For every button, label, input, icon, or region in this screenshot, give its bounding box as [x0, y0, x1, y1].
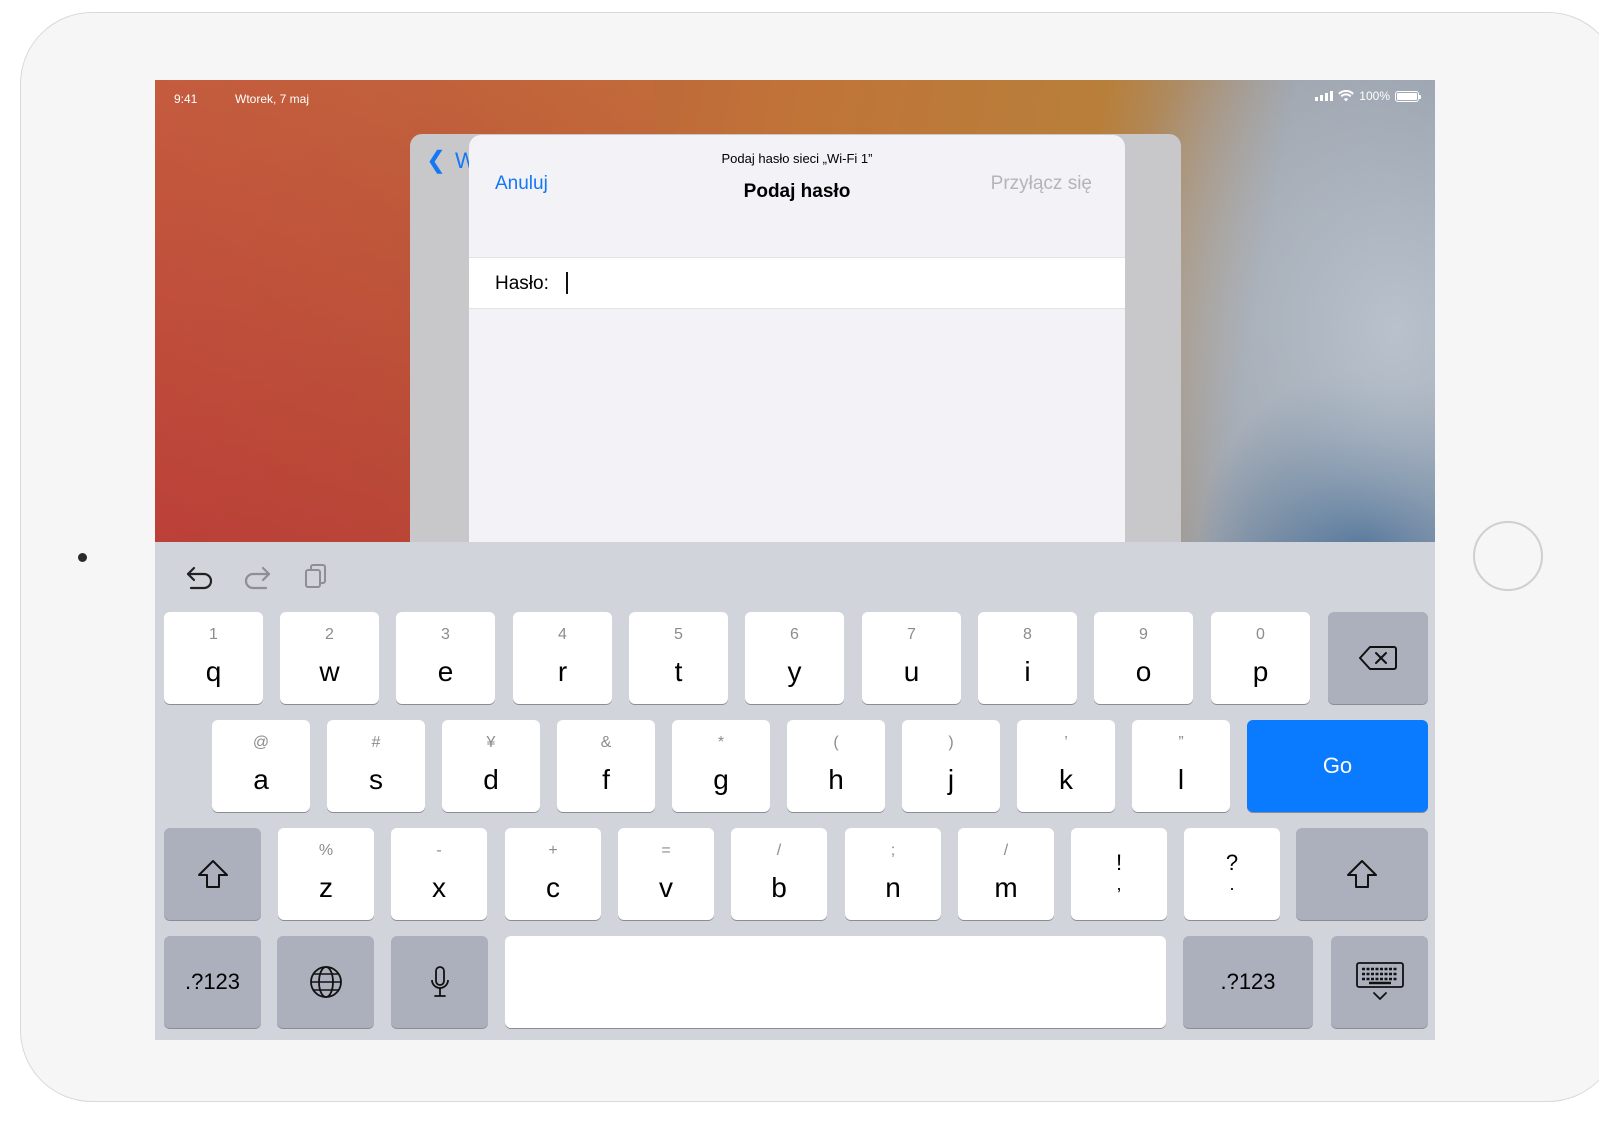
key-e[interactable]: 3e [396, 612, 495, 704]
key-c[interactable]: + c [505, 828, 601, 920]
status-date: Wtorek, 7 maj [235, 92, 310, 106]
key-i[interactable]: 8i [978, 612, 1077, 704]
key-v[interactable]: = v [618, 828, 714, 920]
password-label: Hasło: [495, 273, 549, 294]
key-q[interactable]: 1q [164, 612, 263, 704]
key-comma[interactable]: !, [1071, 828, 1167, 920]
key-u[interactable]: 7u [862, 612, 961, 704]
key-o[interactable]: 9o [1094, 612, 1193, 704]
shift-key-left[interactable] [164, 828, 261, 920]
key-a[interactable]: @ a [212, 720, 310, 812]
key-x[interactable]: -x [391, 828, 487, 920]
paste-icon[interactable] [303, 562, 329, 590]
home-button[interactable] [1473, 521, 1543, 591]
key-d[interactable]: ¥ d [442, 720, 540, 812]
key-b[interactable]: / b [731, 828, 827, 920]
globe-icon [277, 936, 374, 1028]
key-z[interactable]: % z [278, 828, 374, 920]
key-f[interactable]: & f [557, 720, 655, 812]
shift-icon [1296, 828, 1428, 920]
key-h[interactable]: (h [787, 720, 885, 812]
key-k[interactable]: ’ k [1017, 720, 1115, 812]
microphone-icon [391, 936, 488, 1028]
key-n[interactable]: ; n [845, 828, 941, 920]
wifi-icon [1338, 90, 1355, 102]
key-y[interactable]: 6y [745, 612, 844, 704]
delete-key[interactable] [1328, 612, 1428, 704]
delete-icon [1328, 612, 1428, 704]
shift-key-right[interactable] [1296, 828, 1428, 920]
keyboard-dismiss-key[interactable] [1331, 936, 1428, 1028]
key-j[interactable]: ) j [902, 720, 1000, 812]
globe-key[interactable] [277, 936, 374, 1028]
keyboard: 1q 2w 3e 4r 5t 6y 7u 8i 9o 0p @ a # s ¥ d &… [155, 542, 1435, 1040]
key-w[interactable]: 2w [280, 612, 379, 704]
dialog-prompt: Podaj hasło sieci „Wi-Fi 1” [721, 151, 873, 166]
join-button[interactable]: Przyłącz się [991, 173, 1092, 195]
key-s[interactable]: # s [327, 720, 425, 812]
status-bar: 9:41 Wtorek, 7 maj 100% [155, 80, 1435, 116]
password-field[interactable]: Hasło: [469, 257, 1125, 309]
screen: 9:41 Wtorek, 7 maj 100% ❮ W Podaj hasło … [155, 80, 1435, 1040]
status-time: 9:41 [174, 92, 198, 106]
key-p[interactable]: 0p [1211, 612, 1310, 704]
key-r[interactable]: 4r [513, 612, 612, 704]
key-m[interactable]: / m [958, 828, 1054, 920]
key-period[interactable]: ?. [1184, 828, 1280, 920]
back-chevron-icon[interactable]: ❮ [426, 146, 446, 175]
key-t[interactable]: 5t [629, 612, 728, 704]
dictation-key[interactable] [391, 936, 488, 1028]
cancel-button[interactable]: Anuluj [495, 173, 548, 195]
battery-percent: 100% [1359, 89, 1390, 103]
space-bar[interactable] [505, 936, 1166, 1028]
battery-icon [1395, 90, 1421, 102]
undo-icon[interactable] [185, 562, 215, 590]
status-indicators: 100% [1315, 89, 1421, 103]
numbers-key-left[interactable]: .?123 [164, 936, 261, 1028]
go-key[interactable]: Go [1247, 720, 1428, 812]
key-l[interactable]: ” l [1132, 720, 1230, 812]
keyboard-dismiss-icon [1331, 936, 1428, 1028]
password-dialog: Podaj hasło sieci „Wi-Fi 1” Podaj hasło … [469, 135, 1125, 565]
redo-icon[interactable] [242, 562, 272, 590]
key-g[interactable]: * g [672, 720, 770, 812]
cellular-signal-icon [1315, 91, 1334, 101]
text-cursor [566, 272, 568, 294]
front-camera [78, 553, 87, 562]
shift-icon [164, 828, 261, 920]
numbers-key-right[interactable]: .?123 [1183, 936, 1313, 1028]
